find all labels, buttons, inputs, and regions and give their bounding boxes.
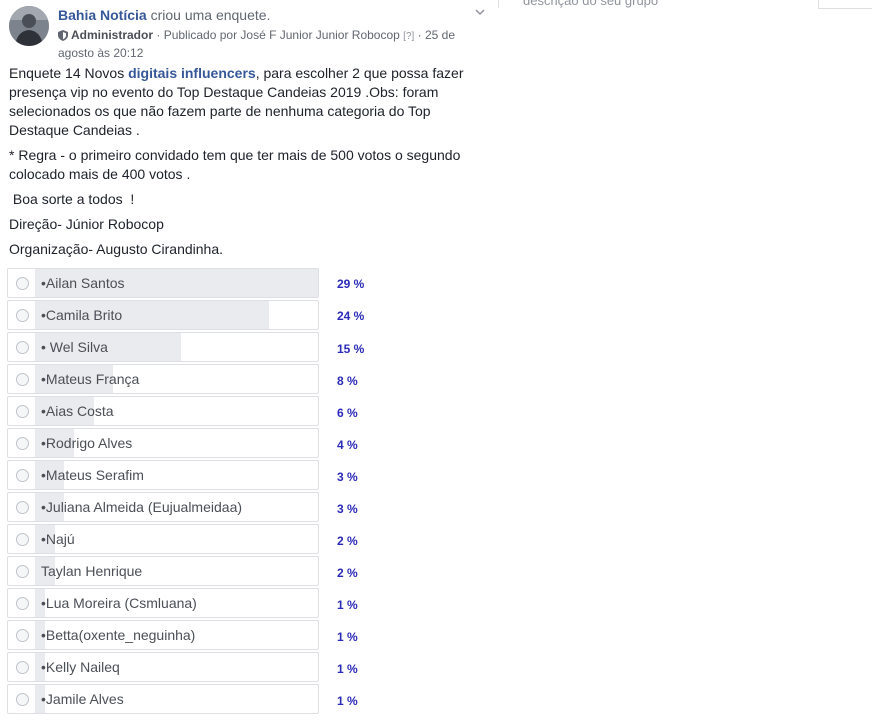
poll-option[interactable]: •Camila Brito <box>7 300 319 330</box>
poll-option-label: •Kelly Naileq <box>41 659 120 675</box>
poll-option-label: •Aias Costa <box>41 403 114 419</box>
post-text: Enquete 14 Novos digitais influencers, p… <box>9 64 471 265</box>
poll-option-percent: 29 % <box>337 277 365 291</box>
poll-option-percent: 15 % <box>337 342 365 356</box>
author-avatar[interactable] <box>9 6 49 46</box>
post-paragraph-intro: Enquete 14 Novos digitais influencers, p… <box>9 65 464 138</box>
shield-icon <box>58 30 68 41</box>
poll-option[interactable]: •Aias Costa <box>7 396 319 426</box>
poll-option-label: •Ailan Santos <box>41 275 125 291</box>
poll-option-label: •Mateus Serafim <box>41 467 144 483</box>
radio-icon[interactable] <box>16 277 29 290</box>
radio-icon[interactable] <box>16 501 29 514</box>
poll-option-label: •Camila Brito <box>41 307 123 323</box>
poll-option-label: •Jamile Alves <box>41 691 124 707</box>
post-header: Bahia Notícia criou uma enquete. <box>58 7 270 23</box>
poll-option-label: •Betta(oxente_neguinha) <box>41 627 196 643</box>
poll-option-percent: 1 % <box>337 694 358 708</box>
post-paragraph-rule: * Regra - o primeiro convidado tem que t… <box>9 147 461 182</box>
sidebar-box <box>818 0 872 9</box>
radio-icon[interactable] <box>16 469 29 482</box>
post-paragraph-luck: Boa sorte a todos ! <box>9 191 135 207</box>
poll-option-percent: 1 % <box>337 598 358 612</box>
poll-option[interactable]: •Mateus Serafim <box>7 460 319 490</box>
radio-icon[interactable] <box>16 437 29 450</box>
published-by[interactable]: · Publicado por José F Junior Junior Rob… <box>156 28 399 42</box>
radio-icon[interactable] <box>16 405 29 418</box>
poll-option-label: •Najú <box>41 531 75 547</box>
poll-option[interactable]: •Ailan Santos <box>7 268 319 298</box>
poll-option[interactable]: •Jamile Alves <box>7 684 319 714</box>
poll-option-label: •Lua Moreira (Csmluana) <box>41 595 197 611</box>
poll-option-percent: 1 % <box>337 662 358 676</box>
help-link[interactable]: [?] <box>403 31 414 42</box>
radio-icon[interactable] <box>16 661 29 674</box>
poll-option-label: Taylan Henrique <box>41 563 143 579</box>
post-paragraph-direction: Direção- Júnior Robocop <box>9 216 164 232</box>
poll-option[interactable]: •Lua Moreira (Csmluana) <box>7 588 319 618</box>
hashtag-link[interactable]: digitais influencers <box>128 65 256 81</box>
poll-option[interactable]: •Mateus França <box>7 364 319 394</box>
poll-option[interactable]: •Juliana Almeida (Eujualmeidaa) <box>7 492 319 522</box>
poll-option[interactable]: •Rodrigo Alves <box>7 428 319 458</box>
chevron-down-icon[interactable] <box>474 6 486 18</box>
poll-option[interactable]: •Najú <box>7 524 319 554</box>
poll-option-label: • Wel Silva <box>41 339 108 355</box>
radio-icon[interactable] <box>16 565 29 578</box>
poll-option[interactable]: •Betta(oxente_neguinha) <box>7 620 319 650</box>
poll-option[interactable]: •Kelly Naileq <box>7 652 319 682</box>
author-name[interactable]: Bahia Notícia <box>58 7 147 23</box>
right-column: descrição do seu grupo <box>498 0 872 726</box>
radio-icon[interactable] <box>16 693 29 706</box>
radio-icon[interactable] <box>16 629 29 642</box>
poll-option[interactable]: Taylan Henrique <box>7 556 319 586</box>
poll-option-percent: 4 % <box>337 438 358 452</box>
poll-option-percent: 2 % <box>337 566 358 580</box>
poll-option-percent: 2 % <box>337 534 358 548</box>
radio-icon[interactable] <box>16 341 29 354</box>
poll-option-percent: 8 % <box>337 374 358 388</box>
poll-option-percent: 6 % <box>337 406 358 420</box>
poll-post: Bahia Notícia criou uma enquete. Adminis… <box>0 0 485 726</box>
poll-option-percent: 3 % <box>337 502 358 516</box>
post-meta: Administrador · Publicado por José F Jun… <box>58 27 463 61</box>
poll-option-label: •Juliana Almeida (Eujualmeidaa) <box>41 499 243 515</box>
poll-option-percent: 1 % <box>337 630 358 644</box>
poll-option-label: •Rodrigo Alves <box>41 435 133 451</box>
radio-icon[interactable] <box>16 309 29 322</box>
post-paragraph-organization: Organização- Augusto Cirandinha. <box>9 241 224 257</box>
radio-icon[interactable] <box>16 373 29 386</box>
admin-role: Administrador <box>71 28 154 42</box>
poll-option-label: •Mateus França <box>41 371 140 387</box>
radio-icon[interactable] <box>16 533 29 546</box>
poll-option-percent: 3 % <box>337 470 358 484</box>
radio-icon[interactable] <box>16 597 29 610</box>
poll-option-percent: 24 % <box>337 309 365 323</box>
group-description[interactable]: descrição do seu grupo <box>498 0 823 8</box>
poll-option[interactable]: • Wel Silva <box>7 332 319 362</box>
post-action: criou uma enquete. <box>150 7 271 23</box>
